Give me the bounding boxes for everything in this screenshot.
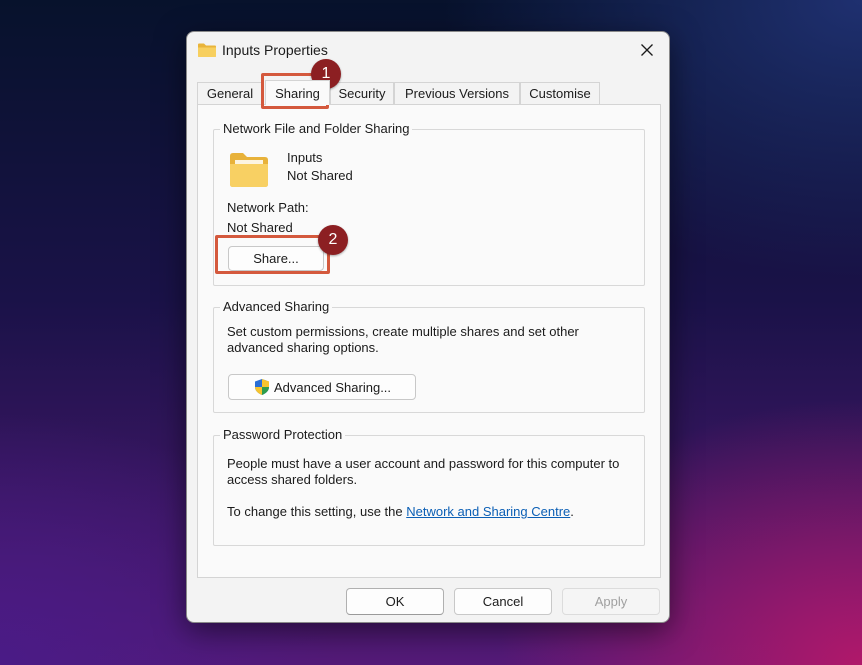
sharing-tab-page: Network File and Folder Sharing Inputs N… bbox=[197, 104, 661, 578]
apply-button[interactable]: Apply bbox=[562, 588, 660, 615]
password-protection-group-title: Password Protection bbox=[220, 427, 346, 442]
advanced-sharing-description-line2: advanced sharing options. bbox=[227, 340, 379, 355]
tab-customise[interactable]: Customise bbox=[520, 82, 600, 104]
cancel-button[interactable]: Cancel bbox=[454, 588, 552, 615]
advanced-sharing-group: Advanced Sharing Set custom permissions,… bbox=[213, 299, 645, 413]
close-icon bbox=[641, 44, 653, 56]
advanced-sharing-group-title: Advanced Sharing bbox=[220, 299, 333, 314]
network-sharing-group: Network File and Folder Sharing Inputs N… bbox=[213, 121, 645, 286]
ok-button[interactable]: OK bbox=[346, 588, 444, 615]
network-path-value: Not Shared bbox=[227, 220, 293, 235]
folder-name: Inputs bbox=[287, 150, 323, 165]
network-sharing-group-title: Network File and Folder Sharing bbox=[220, 121, 413, 136]
password-protection-description-line1: People must have a user account and pass… bbox=[227, 456, 620, 471]
network-path-label: Network Path: bbox=[227, 200, 309, 215]
advanced-sharing-description-line1: Set custom permissions, create multiple … bbox=[227, 324, 579, 339]
tab-previous-versions[interactable]: Previous Versions bbox=[394, 82, 520, 104]
tab-general[interactable]: General bbox=[197, 82, 263, 104]
folder-icon bbox=[230, 153, 268, 187]
change-setting-text: To change this setting, use the Network … bbox=[227, 504, 574, 519]
properties-dialog: Inputs Properties General Sharing Securi… bbox=[186, 31, 670, 623]
share-button[interactable]: Share... bbox=[228, 246, 324, 271]
tab-security[interactable]: Security bbox=[330, 82, 394, 104]
title-bar[interactable]: Inputs Properties bbox=[187, 32, 669, 72]
change-setting-prefix: To change this setting, use the bbox=[227, 504, 407, 519]
step-2-badge: 2 bbox=[318, 225, 348, 255]
close-button[interactable] bbox=[633, 38, 661, 62]
advanced-sharing-button-label: Advanced Sharing... bbox=[273, 379, 392, 395]
window-title: Inputs Properties bbox=[222, 42, 328, 58]
tab-sharing[interactable]: Sharing bbox=[265, 80, 330, 105]
advanced-sharing-button[interactable]: Advanced Sharing... bbox=[228, 374, 416, 400]
uac-shield-icon bbox=[254, 379, 269, 395]
folder-icon bbox=[198, 43, 216, 57]
password-protection-description-line2: access shared folders. bbox=[227, 472, 358, 487]
password-protection-group: Password Protection People must have a u… bbox=[213, 427, 645, 546]
network-sharing-centre-link[interactable]: Network and Sharing Centre bbox=[406, 504, 570, 519]
folder-share-status: Not Shared bbox=[287, 168, 353, 183]
tab-strip: General Sharing Security Previous Versio… bbox=[197, 80, 661, 105]
change-setting-suffix: . bbox=[570, 504, 574, 519]
